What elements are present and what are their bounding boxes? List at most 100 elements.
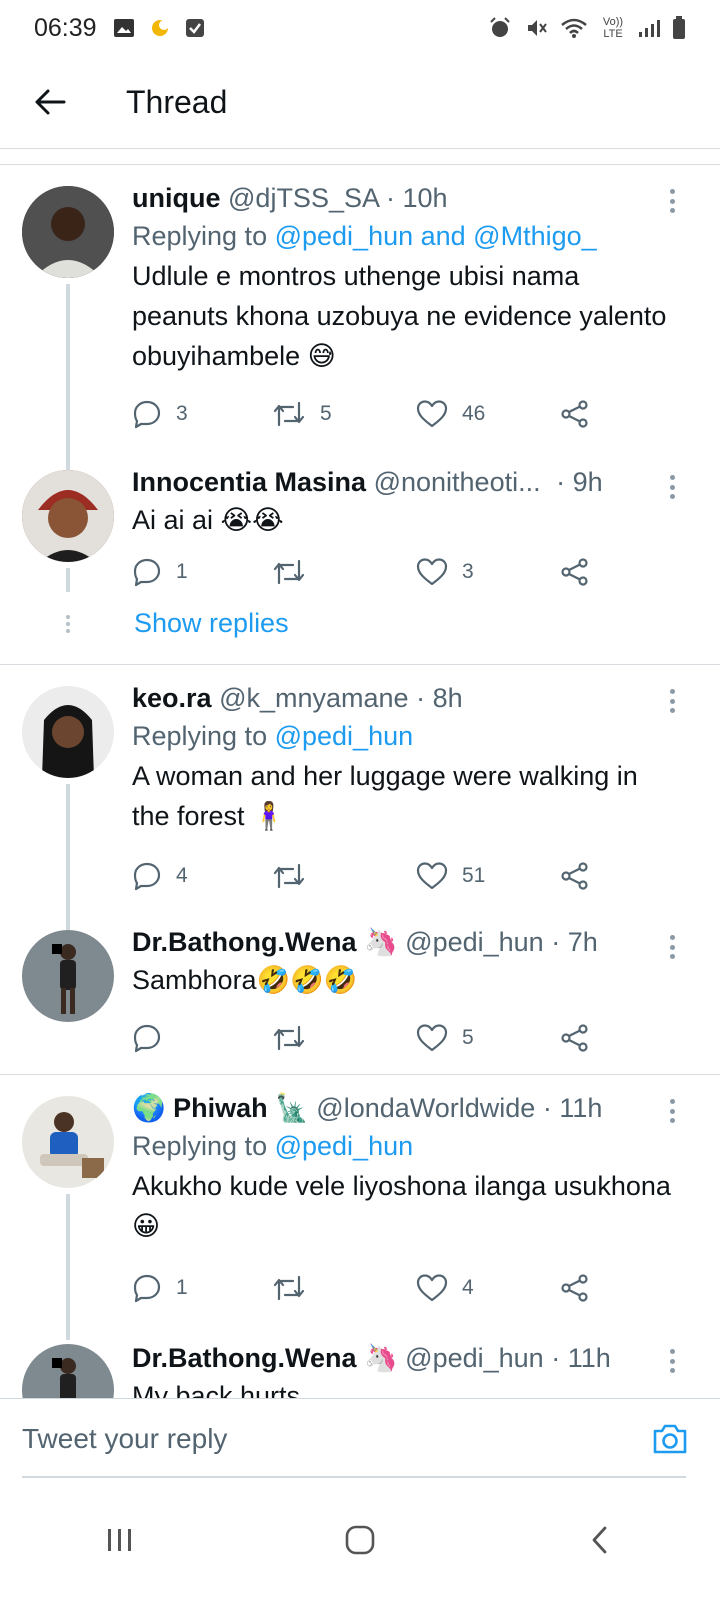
tweet-time: · 11h: [551, 1343, 611, 1373]
tweet-header: Dr.Bathong.Wena 🦄 @pedi_hun · 11h: [132, 1340, 680, 1376]
more-options-button[interactable]: [662, 472, 682, 502]
tweet[interactable]: Dr.Bathong.Wena 🦄 @pedi_hun · 11h My bac…: [0, 1340, 720, 1398]
more-options-button[interactable]: [662, 932, 682, 962]
camera-button[interactable]: [650, 1419, 690, 1459]
tweet[interactable]: 🌍 Phiwah 🗽 @londaWorldwide · 11h Replyin…: [0, 1076, 720, 1340]
avatar[interactable]: [22, 930, 114, 1022]
retweet-button[interactable]: [272, 552, 306, 592]
like-button[interactable]: 46: [416, 394, 485, 434]
tweet-text: A woman and her luggage were walking in …: [132, 761, 638, 831]
share-button[interactable]: [560, 1018, 590, 1058]
tweet-time: · 8h: [416, 683, 463, 713]
name-prefix-emoji: 🌍: [132, 1093, 166, 1123]
like-button[interactable]: 4: [416, 1268, 474, 1308]
tweet-text: My back hurts: [132, 1381, 301, 1398]
replying-to: Replying to @pedi_hun and @Mthigo_: [132, 216, 680, 256]
like-count: 51: [462, 864, 486, 887]
retweet-button[interactable]: [272, 1018, 306, 1058]
thread-continuation-dots: [64, 612, 72, 636]
thread-line: [66, 784, 70, 916]
more-options-button[interactable]: [662, 1096, 682, 1126]
display-name[interactable]: Dr.Bathong.Wena 🦄: [132, 1343, 398, 1373]
show-replies-link[interactable]: Show replies: [134, 608, 289, 639]
tweet-header: unique @djTSS_SA · 10h: [132, 180, 680, 216]
camera-icon: [653, 1424, 687, 1454]
tweet[interactable]: Innocentia Masina @nonitheoti... · 9h Ai…: [0, 456, 720, 592]
user-handle[interactable]: @pedi_hun: [405, 927, 544, 957]
tweet-actions: 4 51: [132, 856, 602, 896]
avatar[interactable]: [22, 470, 114, 562]
like-icon: [416, 1024, 448, 1052]
thread-feed[interactable]: unique @djTSS_SA · 10h Replying to @pedi…: [0, 166, 720, 1398]
share-icon: [561, 1024, 588, 1052]
share-icon: [561, 400, 588, 428]
reply-button[interactable]: 4: [132, 856, 188, 896]
display-name[interactable]: unique: [132, 183, 221, 213]
user-handle[interactable]: @pedi_hun: [405, 1343, 544, 1373]
like-button[interactable]: 51: [416, 856, 485, 896]
like-button[interactable]: 3: [416, 552, 474, 592]
avatar[interactable]: [22, 686, 114, 778]
tweet[interactable]: unique @djTSS_SA · 10h Replying to @pedi…: [0, 166, 720, 456]
more-options-button[interactable]: [662, 186, 682, 216]
more-options-button[interactable]: [662, 686, 682, 716]
like-button[interactable]: 5: [416, 1018, 474, 1058]
display-name[interactable]: Dr.Bathong.Wena 🦄: [132, 927, 398, 957]
share-button[interactable]: [560, 856, 590, 896]
more-options-button[interactable]: [662, 1346, 682, 1376]
share-button[interactable]: [560, 394, 590, 434]
alarm-icon: [490, 17, 510, 37]
thread-divider: [0, 1074, 720, 1075]
avatar[interactable]: [22, 1096, 114, 1188]
tweet[interactable]: keo.ra @k_mnyamane · 8h Replying to @ped…: [0, 666, 720, 916]
reply-button[interactable]: [132, 1018, 162, 1058]
retweet-icon: [273, 1275, 305, 1301]
status-bar: 06:39 Vo)) LTE: [0, 0, 720, 56]
more-icon: [669, 1099, 675, 1104]
reply-button[interactable]: 1: [132, 1268, 188, 1308]
user-handle[interactable]: @djTSS_SA: [228, 183, 378, 213]
avatar[interactable]: [22, 1344, 114, 1398]
like-count: 46: [462, 402, 486, 425]
composer-underline: [22, 1476, 686, 1478]
user-handle[interactable]: @londaWorldwide: [316, 1093, 535, 1123]
replying-mentions[interactable]: @pedi_hun: [275, 721, 414, 751]
mute-icon: [528, 20, 547, 36]
more-icon: [669, 475, 675, 480]
user-handle[interactable]: @k_mnyamane: [219, 683, 409, 713]
thread-divider: [0, 664, 720, 665]
recents-button[interactable]: [80, 1500, 160, 1580]
share-icon: [561, 1274, 588, 1302]
thread-line: [66, 284, 70, 456]
page-title: Thread: [126, 83, 228, 120]
replying-mentions[interactable]: @pedi_hun: [275, 1131, 414, 1161]
reply-button[interactable]: 3: [132, 394, 188, 434]
retweet-button[interactable]: [272, 856, 306, 896]
back-button[interactable]: [20, 72, 80, 132]
replying-mentions[interactable]: @pedi_hun and @Mthigo_: [275, 221, 597, 251]
reply-icon: [133, 862, 161, 891]
weather-icon: [149, 17, 171, 39]
reply-button[interactable]: 1: [132, 552, 188, 592]
replying-prefix: Replying to: [132, 1131, 275, 1161]
home-button[interactable]: [320, 1500, 400, 1580]
retweet-button[interactable]: [272, 1268, 306, 1308]
system-back-button[interactable]: [560, 1500, 640, 1580]
network-label: Vo)) LTE: [602, 16, 624, 40]
share-button[interactable]: [560, 1268, 590, 1308]
nav-back-icon: [592, 1526, 607, 1554]
display-name[interactable]: keo.ra: [132, 683, 212, 713]
retweet-button[interactable]: 5: [272, 394, 332, 434]
tweet-reply-input[interactable]: [22, 1399, 622, 1479]
avatar[interactable]: [22, 186, 114, 278]
thread-line: [66, 1194, 70, 1340]
user-handle[interactable]: @nonitheoti...: [374, 467, 541, 497]
reply-icon: [133, 400, 161, 429]
retweet-icon: [273, 863, 305, 889]
display-name[interactable]: Phiwah 🗽: [173, 1093, 309, 1123]
tweet-text: Ai ai ai 😭😭: [132, 505, 284, 535]
share-button[interactable]: [560, 552, 590, 592]
display-name[interactable]: Innocentia Masina: [132, 467, 366, 497]
tweet-content: 🌍 Phiwah 🗽 @londaWorldwide · 11h Replyin…: [132, 1090, 680, 1246]
tweet[interactable]: Dr.Bathong.Wena 🦄 @pedi_hun · 7h Sambhor…: [0, 916, 720, 1072]
